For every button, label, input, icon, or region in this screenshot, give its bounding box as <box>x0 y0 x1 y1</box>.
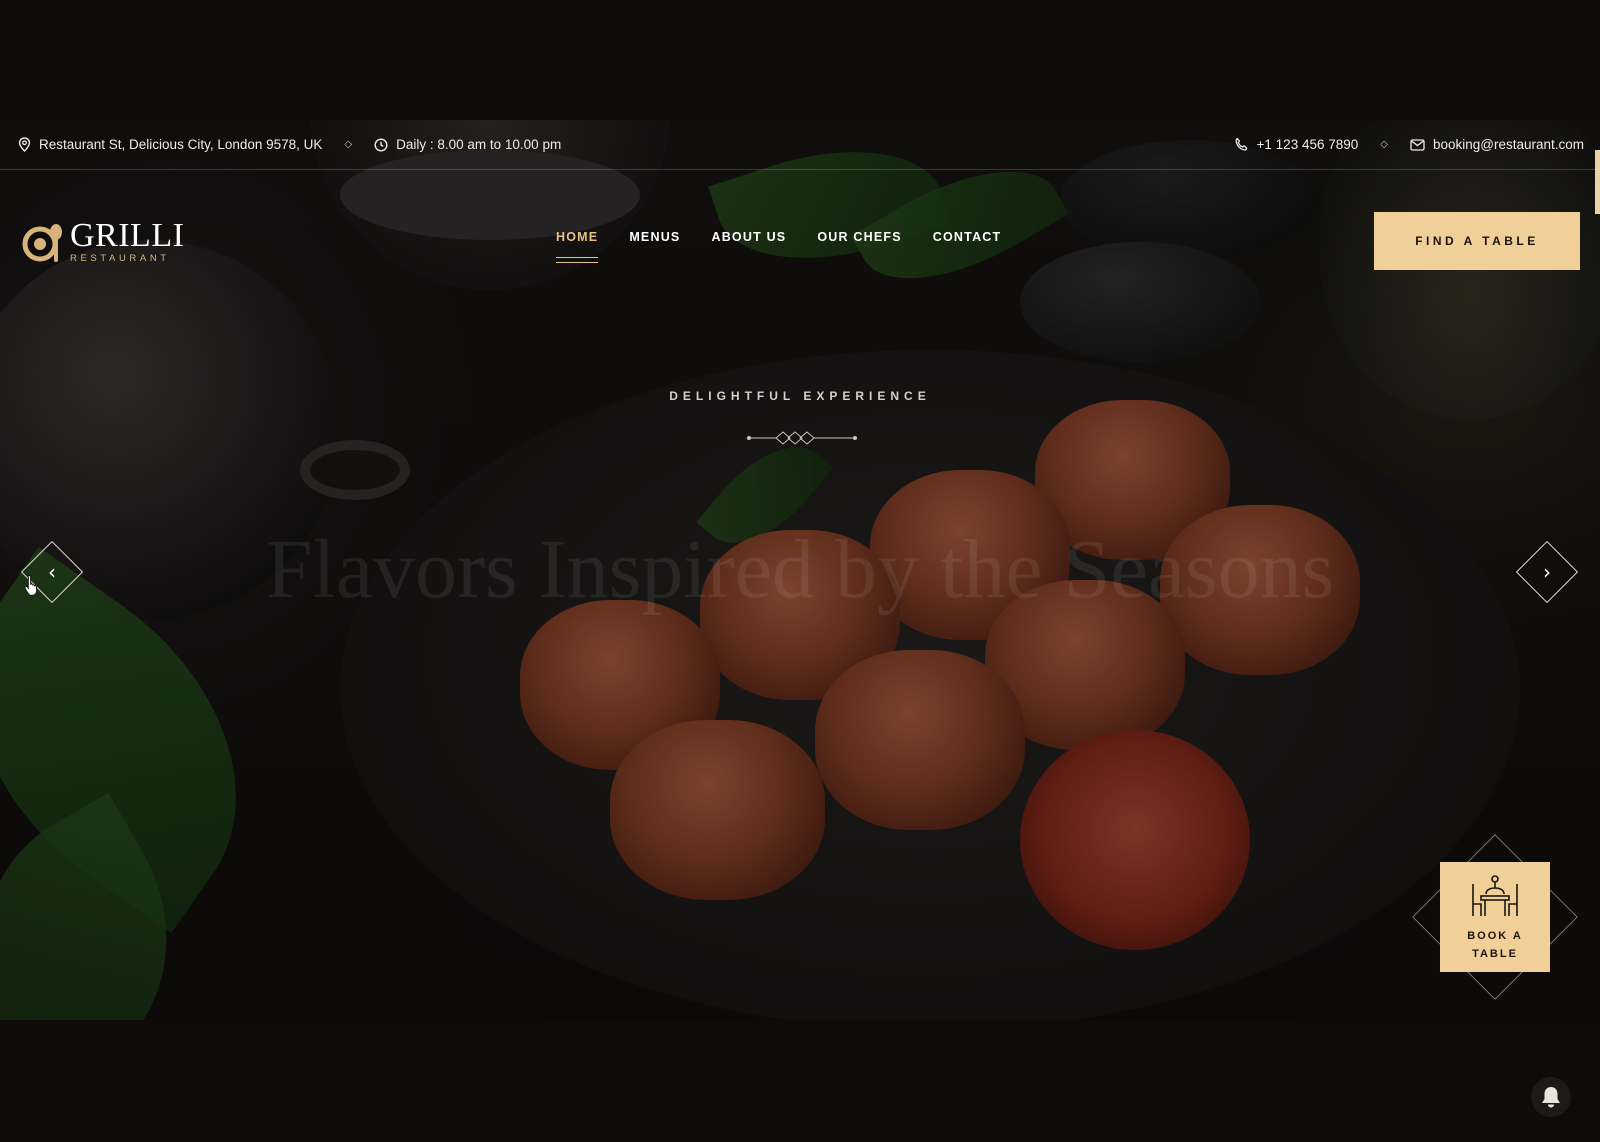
scroll-indicator <box>1595 150 1600 214</box>
ornament-divider <box>747 431 857 445</box>
brand-tagline: RESTAURANT <box>70 252 170 264</box>
phone-icon <box>1234 137 1247 151</box>
letterbox-bottom <box>0 1020 1600 1142</box>
book-table-line2: TABLE <box>1472 948 1518 960</box>
email-text[interactable]: booking@restaurant.com <box>1433 137 1584 152</box>
book-table-line1: BOOK A <box>1467 930 1523 942</box>
brand-logo[interactable]: GRILLI RESTAURANT <box>22 216 185 266</box>
top-info-bar: Restaurant St, Delicious City, London 95… <box>0 120 1600 170</box>
hero-headline: Flavors Inspired by the Seasons <box>265 523 1335 616</box>
bell-icon <box>1542 1087 1560 1108</box>
separator-diamond: ◇ <box>344 139 353 150</box>
location-pin-icon <box>18 137 31 152</box>
notification-button[interactable] <box>1531 1077 1571 1117</box>
hours-text: Daily : 8.00 am to 10.00 pm <box>396 137 562 152</box>
hours-info: Daily : 8.00 am to 10.00 pm <box>374 137 561 152</box>
nav-item-home[interactable]: HOME <box>556 230 599 263</box>
hand-pointer-cursor-icon <box>24 574 38 596</box>
phone-info[interactable]: +1 123 456 7890 <box>1234 137 1359 152</box>
chevron-right-icon: › <box>1543 560 1551 584</box>
book-table-label: BOOK A TABLE <box>1445 927 1545 963</box>
plate-and-spoon-icon <box>22 220 66 264</box>
nav-item-our-chefs[interactable]: OUR CHEFS <box>817 230 901 244</box>
brand-name: GRILLI <box>70 216 185 254</box>
address-text: Restaurant St, Delicious City, London 95… <box>39 137 323 152</box>
dining-table-icon <box>1472 875 1518 916</box>
chevron-left-icon: ‹ <box>48 560 56 584</box>
address-info: Restaurant St, Delicious City, London 95… <box>18 137 322 152</box>
phone-text[interactable]: +1 123 456 7890 <box>1257 137 1359 152</box>
main-nav: HOME MENUS ABOUT US OUR CHEFS CONTACT <box>556 230 1032 263</box>
email-info[interactable]: booking@restaurant.com <box>1410 137 1584 152</box>
separator-diamond: ◇ <box>1380 139 1388 150</box>
letterbox-top <box>0 0 1600 120</box>
nav-item-about-us[interactable]: ABOUT US <box>711 230 786 244</box>
find-a-table-button[interactable]: FIND A TABLE <box>1374 212 1580 270</box>
nav-item-menus[interactable]: MENUS <box>629 230 680 244</box>
hero-kicker: DELIGHTFUL EXPERIENCE <box>669 389 931 403</box>
book-a-table-button[interactable]: BOOK A TABLE <box>1440 862 1550 972</box>
clock-icon <box>374 137 388 152</box>
nav-item-contact[interactable]: CONTACT <box>933 230 1002 244</box>
mail-icon <box>1410 138 1425 151</box>
